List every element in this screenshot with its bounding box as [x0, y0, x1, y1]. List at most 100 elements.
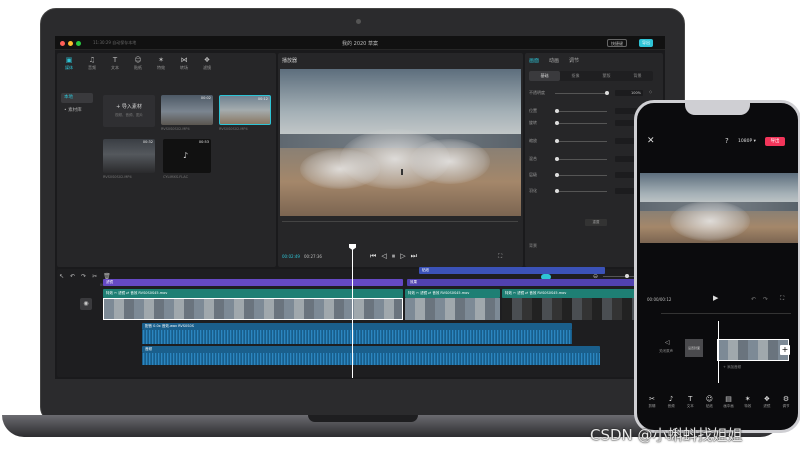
media-clip[interactable]: 00:02 [161, 95, 213, 125]
media-tool-label: 转场 [180, 65, 188, 70]
export-button[interactable]: 导出 [639, 39, 653, 47]
phone-tool-cut[interactable]: ✂ 剪辑 [643, 395, 661, 409]
close-icon[interactable]: ✕ [647, 136, 655, 146]
phone-tool-effects[interactable]: ✶ 特效 [739, 395, 757, 409]
media-tool-text[interactable]: T 文本 [105, 55, 125, 79]
keyframe-icon[interactable]: ◇ [649, 89, 652, 94]
text-icon: T [112, 56, 118, 64]
video-clip[interactable]: 特效 ✂ 滤镜 ⇄ 音效 RVS0S0S45.mov [103, 289, 403, 298]
property-slider[interactable] [555, 175, 607, 176]
undo-icon[interactable]: ↶ [70, 273, 75, 281]
phone-tool-label: 画中画 [723, 404, 734, 408]
phone-tool-pip[interactable]: ▤ 画中画 [720, 395, 738, 409]
property-slider[interactable] [555, 191, 607, 192]
split-icon[interactable]: ✂ [92, 273, 97, 281]
video-clip[interactable]: 特效 ✂ 滤镜 ⇄ 音效 RVS0S0S45.mov [405, 289, 500, 298]
skip-back-icon[interactable]: ⏮ [370, 252, 381, 260]
clip-name: RVS0S0S02.MP4 [161, 127, 190, 131]
video-filmstrip[interactable] [103, 298, 403, 320]
property-slider[interactable] [555, 123, 607, 124]
media-tool-effects[interactable]: ✶ 特效 [151, 55, 171, 79]
sticker-track[interactable]: 贴纸 [419, 267, 605, 274]
effect-track[interactable]: 效果 [407, 279, 665, 286]
phone-export-button[interactable]: 导出 [765, 137, 785, 146]
media-tool-transition[interactable]: ⋈ 转场 [174, 55, 194, 79]
playhead[interactable] [352, 246, 353, 378]
play-icon[interactable]: ▶ [713, 294, 718, 302]
property-slider[interactable] [555, 159, 607, 160]
help-icon[interactable]: ? [725, 137, 729, 145]
media-tool-filter[interactable]: ❖ 滤镜 [197, 55, 217, 79]
slider-knob[interactable] [555, 157, 559, 161]
slider-knob[interactable] [555, 121, 559, 125]
subtab-background[interactable]: 背景 [622, 71, 653, 81]
audio-waveform[interactable] [142, 330, 572, 344]
phone-frame: ✕ ? 1080P ▾ 导出 00:00/00:12 ▶ ↶ ↷ ⛶ ◁ 关闭原… [634, 100, 800, 433]
media-clip-audio[interactable]: 00:53 ♪ [163, 139, 211, 173]
video-filmstrip[interactable] [405, 298, 500, 320]
select-tool-icon[interactable]: ↖ [59, 273, 64, 281]
phone-tool-audio[interactable]: ♪ 音频 [662, 395, 680, 409]
preview-video[interactable] [280, 69, 521, 216]
property-slider[interactable] [555, 93, 607, 94]
slider-knob[interactable] [555, 189, 559, 193]
reset-button[interactable]: 重置 [585, 219, 607, 226]
import-hint: 视频、音频、图片 [115, 113, 143, 117]
subtab-keying[interactable]: 抠像 [560, 71, 591, 81]
slider-knob[interactable] [555, 109, 559, 113]
prev-frame-icon[interactable]: ◁ [381, 252, 391, 260]
tab-picture[interactable]: 画面 [529, 57, 539, 64]
pause-icon[interactable]: ⏸ [392, 252, 401, 260]
sidebar-item-local[interactable]: 本地 [61, 93, 93, 103]
zoom-knob[interactable] [625, 274, 629, 278]
phone-preview-video[interactable] [640, 173, 798, 243]
effect-track[interactable]: 滤镜 [103, 279, 403, 286]
next-frame-icon[interactable]: ▷ [400, 252, 410, 260]
property-slider[interactable] [555, 141, 607, 142]
fullscreen-icon[interactable]: ⛶ [780, 295, 784, 303]
redo-icon[interactable]: ↷ [763, 296, 768, 303]
media-tool-sticker[interactable]: ☺ 贴纸 [128, 55, 148, 79]
phone-tool-filter[interactable]: ❖ 滤镜 [758, 395, 776, 409]
fullscreen-icon[interactable]: ⛶ [498, 253, 502, 261]
phone-tool-adjust[interactable]: ⚙ 调节 [777, 395, 795, 409]
resolution-select[interactable]: 1080P ▾ [738, 139, 756, 144]
effect-label: 滤镜 [106, 280, 113, 284]
tab-adjust[interactable]: 调节 [569, 57, 579, 64]
skip-forward-icon[interactable]: ⏭ [411, 252, 422, 260]
audio-clip[interactable]: 音频 [142, 346, 600, 353]
phone-tool-text[interactable]: T 文本 [681, 395, 699, 409]
cover-button[interactable]: 设置封面 [685, 339, 703, 357]
media-toolbar: ▣ 媒体 ♫ 音频 T 文本 ☺ 贴纸 ✶ 特效 ⋈ 转场 ❖ 滤镜 [59, 55, 274, 79]
subtab-mask[interactable]: 蒙版 [591, 71, 622, 81]
media-tool-audio[interactable]: ♫ 音频 [82, 55, 102, 79]
slider-knob[interactable] [555, 173, 559, 177]
undo-icon[interactable]: ↶ [751, 296, 756, 303]
redo-icon[interactable]: ↷ [81, 273, 86, 281]
pip-icon: ▤ [725, 395, 732, 403]
media-clip[interactable]: 00:12 [219, 95, 271, 125]
sidebar-item-library[interactable]: • 素材库 [61, 106, 93, 116]
track-mute-icon[interactable]: ◉ [80, 298, 92, 310]
import-button[interactable]: + 导入素材 视频、音频、图片 [103, 95, 155, 127]
audio-waveform[interactable] [142, 353, 600, 365]
phone-filmstrip[interactable] [717, 339, 789, 361]
slider-knob[interactable] [555, 139, 559, 143]
subtab-basic[interactable]: 基础 [529, 71, 560, 81]
media-tool-media[interactable]: ▣ 媒体 [59, 55, 79, 79]
project-title: 我的 2020 草案 [342, 41, 378, 47]
property-value[interactable]: 100% [615, 90, 643, 96]
background-label: 背景 [529, 243, 537, 248]
clip-name: CYLIMXS.FLAC [163, 175, 189, 179]
add-audio-button[interactable]: + 添加音频 [723, 365, 741, 370]
phone-tool-sticker[interactable]: ☺ 贴纸 [700, 395, 718, 409]
shortcut-button[interactable]: 快捷键 [607, 39, 627, 47]
slider-knob[interactable] [605, 91, 609, 95]
phone-playhead[interactable] [718, 321, 719, 383]
audio-clip[interactable]: 配音 0.0x 音效.wav RVS0S0S [142, 323, 572, 330]
mute-icon[interactable]: ◁ [665, 339, 670, 346]
add-clip-icon[interactable]: + [780, 345, 790, 355]
property-slider[interactable] [555, 111, 607, 112]
tab-animation[interactable]: 动画 [549, 57, 559, 64]
media-clip[interactable]: 00:32 [103, 139, 155, 173]
